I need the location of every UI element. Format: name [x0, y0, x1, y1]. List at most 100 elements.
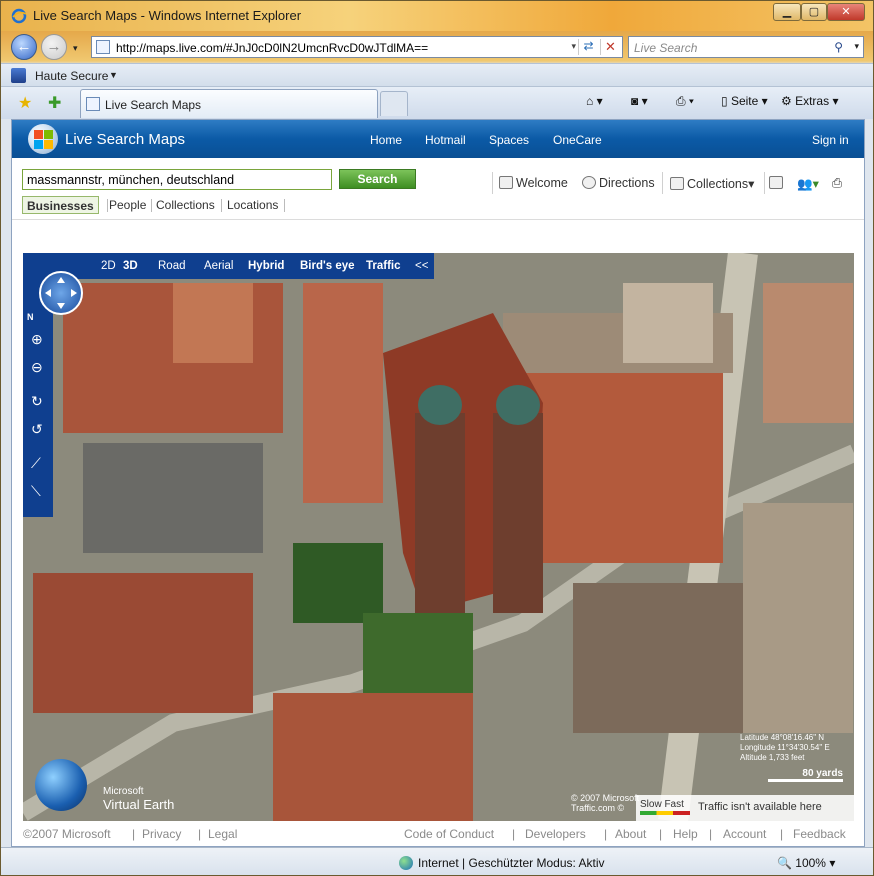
history-dropdown-icon[interactable]: ▾: [73, 43, 78, 54]
new-tab-button[interactable]: [380, 91, 408, 116]
mode-3d[interactable]: 3D: [123, 260, 138, 272]
rotate-left-icon[interactable]: ↺: [31, 421, 43, 438]
page-icon: [96, 40, 110, 54]
footer-code-of-conduct[interactable]: Code of Conduct: [404, 827, 494, 841]
divider: [662, 172, 663, 194]
collections-icon: [670, 177, 684, 190]
haute-secure-label[interactable]: Haute Secure: [35, 69, 108, 83]
mode-road[interactable]: Road: [158, 260, 186, 272]
tools-menu-label: Extras: [795, 94, 830, 108]
forward-button[interactable]: →: [41, 34, 67, 60]
mode-2d[interactable]: 2D: [101, 260, 116, 272]
copyright-traffic: Traffic.com ©: [571, 803, 625, 813]
page-menu-label: Seite: [730, 94, 759, 108]
nav-onecare[interactable]: OneCare: [553, 133, 602, 147]
divider: [764, 172, 765, 194]
maximize-button[interactable]: ▢: [801, 3, 827, 21]
footer-legal[interactable]: Legal: [208, 827, 237, 841]
share-icon[interactable]: [769, 176, 786, 190]
coordinates-readout: Latitude 48°08'16.46" N Longitude 11°34'…: [740, 733, 830, 763]
print-icon[interactable]: ⎙ ▾: [676, 94, 694, 109]
windows-logo-icon: [28, 124, 58, 154]
favorites-star-icon[interactable]: ★: [18, 93, 32, 113]
tab-locations[interactable]: Locations: [227, 196, 278, 214]
add-favorite-icon[interactable]: ✚: [48, 93, 61, 113]
home-icon[interactable]: ⌂ ▾: [586, 94, 603, 108]
stop-icon[interactable]: ✕: [600, 39, 620, 55]
nav-home[interactable]: Home: [370, 133, 402, 147]
copyright-microsoft: © 2007 Microsoft: [571, 793, 640, 803]
haute-secure-dropdown-icon[interactable]: ▼: [109, 70, 118, 80]
back-button[interactable]: ←: [11, 34, 37, 60]
url-field[interactable]: http://maps.live.com/#JnJ0cD0lN2UmcnRvcD…: [91, 36, 623, 58]
map-mode-bar: 2D 3D Road Aerial Hybrid Bird's eye Traf…: [23, 253, 434, 279]
tilt-up-icon[interactable]: ⟋: [31, 455, 41, 472]
altitude: Altitude 1,733 feet: [740, 753, 805, 762]
tab-live-search-maps[interactable]: Live Search Maps: [80, 89, 378, 118]
status-bar: Internet | Geschützter Modus: Aktiv 🔍 10…: [1, 847, 873, 875]
share-glyph-icon: [769, 176, 783, 189]
virtual-earth-globe-icon: [35, 759, 87, 811]
people-icon[interactable]: 👥▾: [797, 176, 819, 192]
collapse-toggle[interactable]: <<: [415, 260, 428, 272]
footer-sep: |: [198, 827, 202, 841]
divider: [284, 199, 285, 212]
traffic-panel: Slow Fast Traffic isn't available here: [636, 795, 854, 821]
brand-virtual-earth: Virtual Earth: [103, 797, 175, 812]
mode-birds-eye[interactable]: Bird's eye: [300, 260, 355, 272]
tilt-down-icon[interactable]: ⟍: [31, 483, 41, 500]
footer-privacy[interactable]: Privacy: [142, 827, 181, 841]
site-name: Live Search Maps: [65, 131, 186, 148]
tools-menu[interactable]: ⚙ Extras ▾: [781, 94, 838, 108]
nav-spaces[interactable]: Spaces: [489, 133, 529, 147]
aerial-image: [23, 253, 854, 821]
search-dropdown-icon[interactable]: ▾: [854, 41, 859, 52]
north-label: N: [27, 312, 34, 322]
mode-traffic[interactable]: Traffic: [366, 260, 401, 272]
footer-help[interactable]: Help: [673, 827, 698, 841]
directions-label: Directions: [599, 176, 655, 190]
tab-businesses[interactable]: Businesses: [22, 196, 99, 214]
page-menu[interactable]: ▯ Seite ▾: [721, 94, 768, 108]
collections-label: Collections: [687, 177, 749, 191]
scale-bar: 80 yards: [768, 768, 843, 782]
footer-sep: |: [132, 827, 136, 841]
welcome-icon: [499, 176, 513, 189]
close-button[interactable]: ✕: [827, 3, 865, 21]
brand-microsoft: Microsoft: [103, 786, 144, 797]
page-footer: ©2007 Microsoft | Privacy | Legal Code o…: [12, 822, 864, 846]
welcome-button[interactable]: Welcome: [499, 176, 568, 190]
url-dropdown-icon[interactable]: ▾: [571, 41, 576, 52]
footer-account[interactable]: Account: [723, 827, 766, 841]
latitude: Latitude 48°08'16.46" N: [740, 733, 825, 742]
feeds-icon[interactable]: ◙ ▾: [631, 94, 648, 108]
refresh-icon[interactable]: ⇄: [578, 39, 598, 55]
map-view[interactable]: 2D 3D Road Aerial Hybrid Bird's eye Traf…: [23, 253, 854, 821]
print-page-icon[interactable]: ⎙: [832, 176, 842, 191]
map-copyright: © 2007 Microsoft Traffic.com ©: [571, 793, 639, 813]
zoom-level[interactable]: 🔍 100% ▾: [777, 856, 835, 870]
collections-button[interactable]: Collections▾: [670, 176, 754, 191]
rotate-right-icon[interactable]: ↻: [31, 393, 43, 410]
zoom-in-icon[interactable]: ⊕: [31, 331, 43, 348]
search-button[interactable]: Search: [339, 169, 416, 189]
mode-aerial[interactable]: Aerial: [204, 260, 233, 272]
footer-about[interactable]: About: [615, 827, 646, 841]
mode-hybrid[interactable]: Hybrid: [248, 260, 284, 272]
links-toolbar: Haute Secure ▼: [1, 63, 873, 87]
compass-pan-icon[interactable]: [39, 271, 83, 315]
sign-in-link[interactable]: Sign in: [812, 133, 849, 147]
search-input[interactable]: Live Search ⚲ ▾: [628, 36, 864, 58]
footer-developers[interactable]: Developers: [525, 827, 586, 841]
footer-feedback[interactable]: Feedback: [793, 827, 846, 841]
welcome-label: Welcome: [516, 176, 568, 190]
search-icon[interactable]: ⚲: [834, 40, 843, 54]
tab-collections[interactable]: Collections: [156, 196, 215, 214]
directions-button[interactable]: Directions: [582, 176, 655, 190]
location-query-input[interactable]: massmannstr, münchen, deutschland: [22, 169, 332, 190]
tab-people[interactable]: People: [109, 196, 146, 214]
security-zone[interactable]: Internet | Geschützter Modus: Aktiv: [399, 856, 605, 870]
zoom-out-icon[interactable]: ⊖: [31, 359, 43, 376]
minimize-button[interactable]: ▁: [773, 3, 801, 21]
nav-hotmail[interactable]: Hotmail: [425, 133, 466, 147]
